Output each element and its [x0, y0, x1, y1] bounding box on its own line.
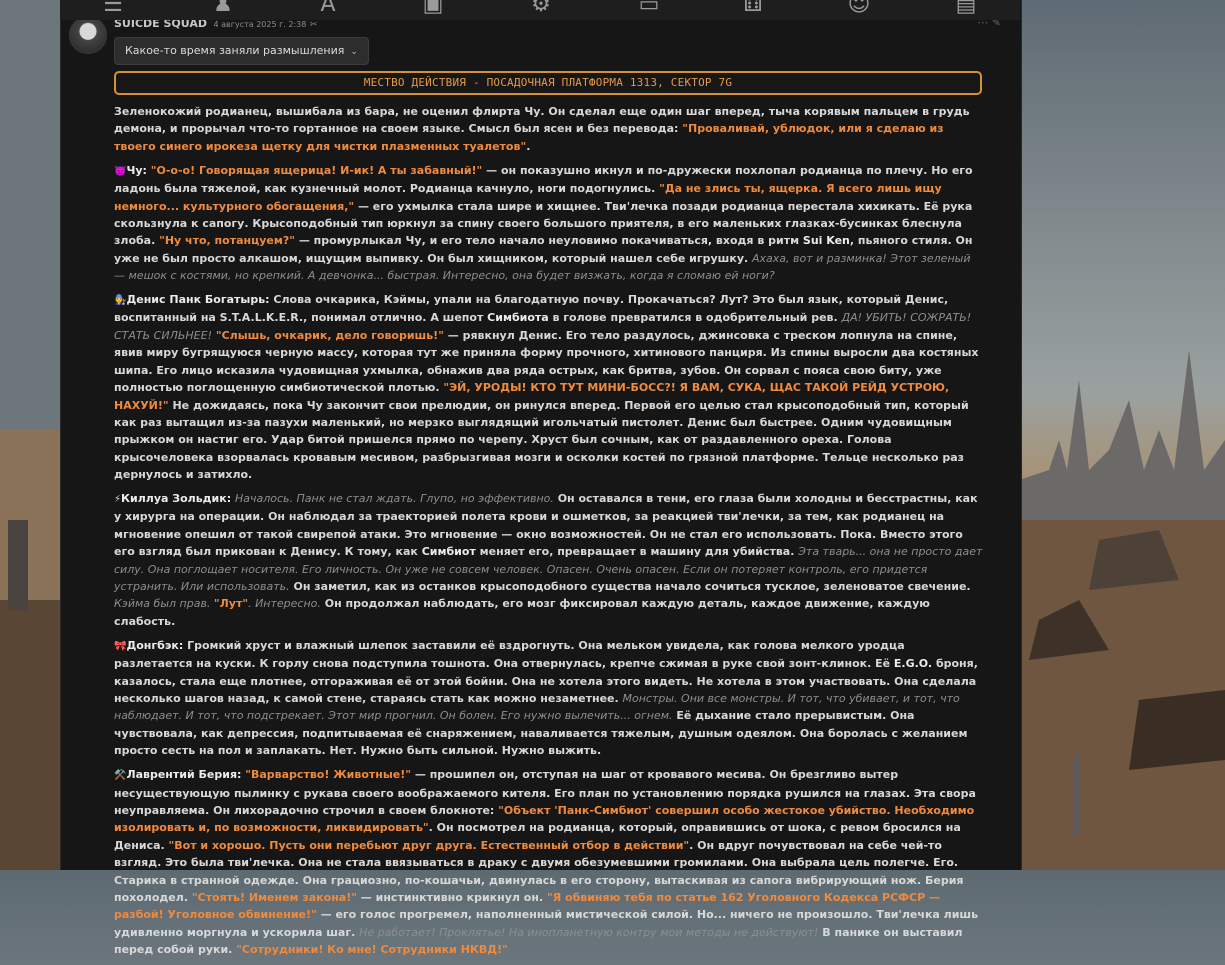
character-name: Киллуа Зольдик: [121, 492, 232, 506]
reflection-dropdown-button[interactable]: Какое-то время заняли размышления ⌄ [114, 37, 369, 65]
paragraph-denis: 🧑‍🔧Денис Панк Богатырь: Слова очкарика, … [114, 291, 983, 483]
reflection-label: Какое-то время заняли размышления [125, 44, 345, 57]
id-card-icon[interactable]: ▤ [953, 0, 979, 18]
text-icon[interactable]: A [315, 0, 341, 18]
quote-run: "Вот и хорошо. Пусть они перебьют друг д… [168, 838, 690, 852]
scissors-icon: ✂ [309, 20, 318, 30]
text-run: Громкий хруст и влажный шлепок заставили… [114, 638, 905, 671]
quote-run: "Варварство! Животные!" [245, 768, 412, 782]
text-run: в голове превратился в одобрительный рев… [548, 311, 842, 325]
text-run: меняет его, превращает в машину для убий… [475, 545, 799, 559]
left-landscape [0, 0, 60, 870]
author-avatar[interactable] [69, 16, 107, 54]
text-run: . [526, 139, 531, 153]
character-name: Донгбэк: [126, 638, 184, 652]
hammer-pick-emoji-icon: ⚒️ [114, 770, 127, 782]
quote-run: "О-о-о! Говорящая ящерица! И-ик! А ты за… [150, 163, 483, 177]
dice-icon[interactable]: ⚅ [740, 0, 766, 18]
text-run: Он заметил, как из останков крысоподобно… [289, 580, 971, 594]
bold-term: E.G.O. [893, 657, 933, 671]
paragraph-chu: 👿Чу: "О-о-о! Говорящая ящерица! И-ик! А … [114, 162, 983, 285]
bold-term: Sui Ken [802, 234, 850, 248]
devil-emoji-icon: 👿 [114, 165, 127, 177]
thought-run: Кэйма был прав. [114, 597, 214, 611]
quote-run: "Сотрудники! Ко мне! Сотрудники НКВД!" [236, 943, 508, 957]
mechanic-emoji-icon: 🧑‍🔧 [114, 295, 127, 307]
user-gear-icon[interactable]: ⚙ [528, 0, 554, 18]
thought-run: Началось. Панк не стал ждать. Глупо, но … [234, 492, 554, 506]
thought-run: Не работает! Проклятье! На инопланетную … [359, 925, 819, 939]
right-landscape [1019, 0, 1225, 870]
character-name: Лаврентий Берия: [126, 768, 242, 782]
quote-run: "Стоять! Именем закона!" [191, 890, 357, 904]
text-run: — инстинктивно крикнул он. [356, 890, 547, 904]
quote-run: "Лут" [213, 597, 249, 611]
quote-run: "Слышь, очкарик, дело говоришь!" [215, 328, 444, 342]
image-icon[interactable]: ▭ [636, 0, 662, 18]
character-name: Денис Панк Богатырь: [126, 293, 270, 307]
post-content: Зеленокожий родианец, вышибала из бара, … [114, 103, 983, 965]
post-date: 4 августа 2025 г. 2:38 [213, 20, 307, 29]
character-name: Чу: [126, 163, 147, 177]
post-panel: SUICDE SQUAD 4 августа 2025 г. 2:38 ✂ ⋯ … [60, 0, 1079, 956]
editor-toolbar: ☰ ♟ A ▣ ⚙ ▭ ⚅ ☺ ▤ [60, 0, 1020, 20]
ribbon-emoji-icon: 🎀 [114, 640, 127, 652]
quote-run: "Ну что, потанцуем?" [159, 234, 295, 248]
bold-term: Симбиота [487, 311, 549, 325]
bold-term: Симбиот [421, 545, 476, 559]
brush-icon[interactable]: ♟ [210, 0, 236, 18]
lightning-emoji-icon: ⚡ [114, 494, 122, 506]
smile-icon[interactable]: ☺ [846, 0, 872, 18]
book-icon[interactable]: ▣ [420, 0, 446, 18]
location-banner: МЕСТВО ДЕЙСТВИЯ - ПОСАДОЧНАЯ ПЛАТФОРМА 1… [114, 71, 982, 95]
thought-run: . Интересно. [248, 597, 321, 611]
paragraph-dongbaek: 🎀Донгбэк: Громкий хруст и влажный шлепок… [114, 637, 983, 760]
text-run: Не дожидаясь, пока Чу закончит свои прел… [114, 398, 969, 482]
paragraph-beria: ⚒️Лаврентий Берия: "Варварство! Животные… [114, 766, 983, 958]
paragraph-intro: Зеленокожий родианец, вышибала из бара, … [114, 103, 983, 155]
scrollbar-thumb[interactable] [1074, 756, 1079, 836]
paragraph-killua: ⚡Киллуа Зольдик: Началось. Панк не стал … [114, 490, 983, 630]
sliders-icon[interactable]: ☰ [100, 0, 126, 18]
text-run: — промурлыкал Чу, и его тело начало неул… [295, 234, 803, 248]
chevron-down-icon: ⌄ [350, 47, 358, 57]
